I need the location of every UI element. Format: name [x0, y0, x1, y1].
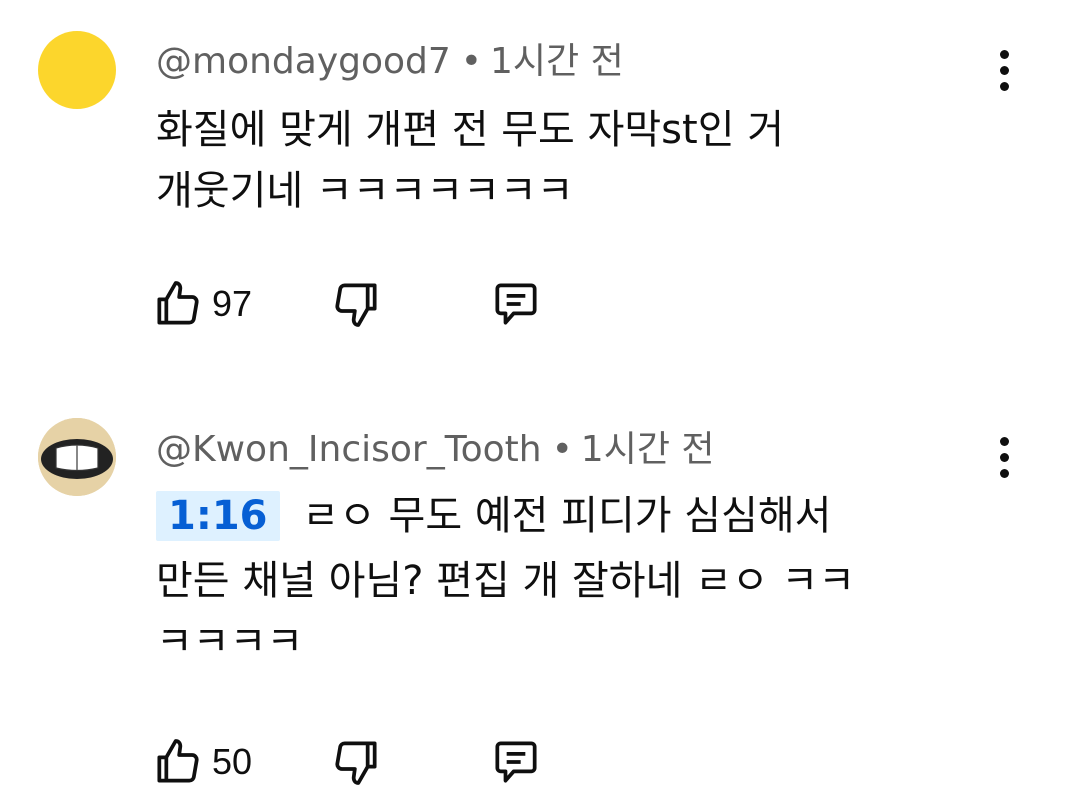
comment-text-line: ㅋㅋㅋㅋ [156, 619, 304, 665]
thumbs-down-icon [335, 283, 377, 327]
reply-button[interactable] [488, 734, 544, 790]
comment-text-line: 만든 채널 아님? 편집 개 잘하네 ㄹㅇ ㅋㅋ [156, 558, 856, 604]
comment-meta: @Kwon_Incisor_Tooth • 1시간 전 [156, 428, 715, 472]
comment-text-line: 개웃기네 ㅋㅋㅋㅋㅋㅋㅋ [156, 168, 574, 214]
like-button[interactable]: 50 [150, 734, 252, 790]
comment-text-line: 1:16 ㄹㅇ 무도 예전 피디가 심심해서 [156, 488, 976, 545]
reply-comment-icon [495, 741, 537, 783]
dislike-button[interactable] [328, 734, 384, 790]
more-vertical-icon[interactable] [982, 429, 1026, 485]
author-name[interactable]: @Kwon_Incisor_Tooth [156, 429, 542, 470]
comment-time: 1시간 전 [580, 429, 715, 470]
avatar[interactable] [38, 31, 116, 109]
avatar[interactable] [38, 418, 116, 496]
thumbs-down-icon [335, 741, 377, 785]
comment-meta: @mondaygood7 • 1시간 전 [156, 40, 624, 84]
more-vertical-icon[interactable] [982, 42, 1026, 98]
reply-comment-icon [495, 283, 537, 325]
comment-item: @Kwon_Incisor_Tooth • 1시간 전 1:16 ㄹㅇ 무도 예전 … [0, 380, 1080, 799]
like-count: 97 [212, 283, 253, 324]
thumbs-up-icon [157, 739, 199, 783]
dislike-button[interactable] [328, 276, 384, 332]
reply-button[interactable] [488, 276, 544, 332]
timestamp-link[interactable]: 1:16 [156, 491, 280, 541]
meta-separator: • [460, 41, 483, 82]
comment-item: @mondaygood7 • 1시간 전 화질에 맞게 개편 전 무도 자막st인 … [0, 0, 1080, 380]
tooth-avatar-image [38, 418, 116, 496]
comment-text: 화질에 맞게 개편 전 무도 자막st인 거 개웃기네 ㅋㅋㅋㅋㅋㅋㅋ [156, 102, 976, 220]
author-name[interactable]: @mondaygood7 [156, 41, 451, 82]
comment-time: 1시간 전 [490, 41, 624, 82]
like-count: 50 [212, 741, 253, 782]
comment-text-line: 화질에 맞게 개편 전 무도 자막st인 거 [156, 107, 785, 153]
comment-text-segment: ㄹㅇ 무도 예전 피디가 심심해서 [302, 493, 832, 539]
like-button[interactable]: 97 [150, 276, 252, 332]
meta-separator: • [551, 429, 573, 470]
thumbs-up-icon [157, 281, 199, 325]
comment-text: 1:16 ㄹㅇ 무도 예전 피디가 심심해서 만든 채널 아님? 편집 개 잘하… [156, 488, 976, 671]
